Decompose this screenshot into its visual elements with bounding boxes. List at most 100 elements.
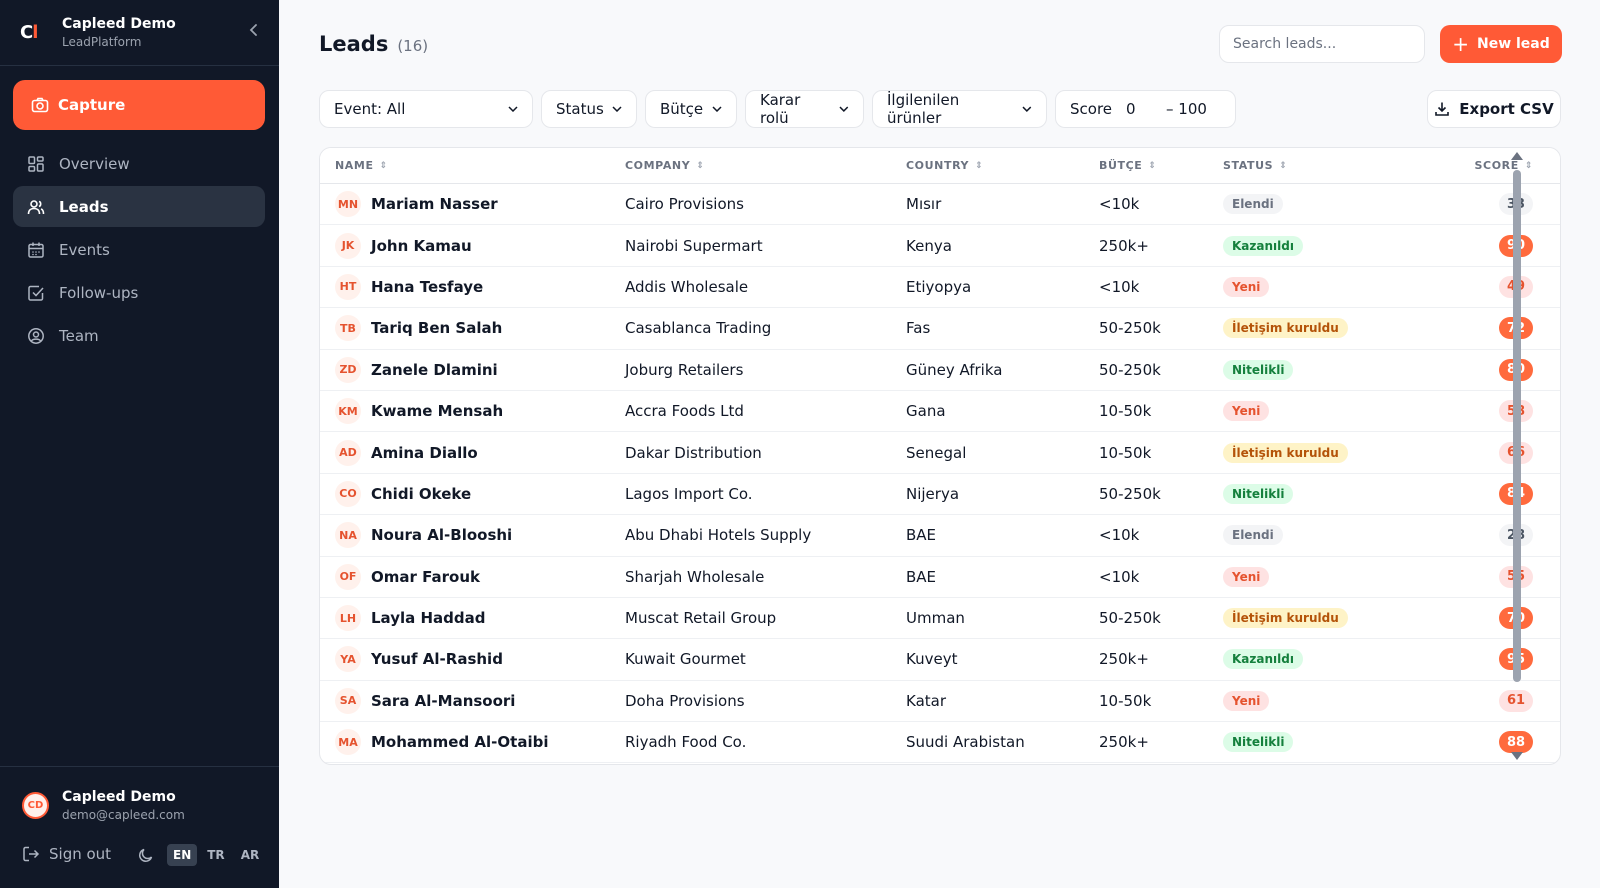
export-csv-label: Export CSV — [1459, 100, 1554, 118]
sidebar-item-follow-ups[interactable]: Follow-ups — [13, 272, 265, 313]
lead-name[interactable]: Sara Al-Mansoori — [371, 692, 515, 710]
table-row[interactable]: OF Omar Farouk Sharjah Wholesale BAE <10k Yen… — [320, 557, 1560, 598]
table-row[interactable]: NA Noura Al-Blooshi Abu Dhabi Hotels Suppl… — [320, 515, 1560, 557]
lead-initials: NA — [335, 522, 361, 549]
lead-name[interactable]: Zanele Dlamini — [371, 361, 498, 379]
language-ar[interactable]: AR — [235, 844, 266, 866]
lead-name[interactable]: Omar Farouk — [371, 568, 480, 586]
sidebar-item-leads[interactable]: Leads — [13, 186, 265, 227]
sign-out-label: Sign out — [49, 845, 112, 863]
lead-budget: <10k — [1099, 567, 1140, 586]
status-badge: Nitelikli — [1223, 483, 1294, 504]
lead-name[interactable]: Chidi Okeke — [371, 485, 471, 503]
scrollbar-thumb[interactable] — [1513, 170, 1521, 682]
main-content: Leads (16) + New lead Event: All Status … — [279, 0, 1600, 888]
table-row[interactable]: MA Mohammed Al-Otaibi Riyadh Food Co. Suudi… — [320, 722, 1560, 764]
user-name: Capleed Demo — [62, 789, 176, 805]
table-row[interactable]: JK John Kamau Nairobi Supermart Kenya 250k+ K… — [320, 225, 1560, 267]
column-header-country[interactable]: COUNTRY ⇕ — [906, 159, 1099, 172]
moon-icon[interactable] — [138, 847, 154, 867]
status-badge: Nitelikli — [1223, 359, 1294, 380]
lead-name[interactable]: Yusuf Al-Rashid — [371, 650, 503, 668]
lead-country: Senegal — [906, 443, 967, 462]
lead-name[interactable]: Kwame Mensah — [371, 402, 503, 420]
sort-icon: ⇕ — [1279, 160, 1288, 171]
score-filter-label: Score — [1070, 100, 1113, 118]
lead-country: Katar — [906, 691, 947, 710]
table-row[interactable]: HT Hana Tesfaye Addis Wholesale Etiyopya <10… — [320, 267, 1560, 309]
event-filter[interactable]: Event: All — [319, 90, 533, 128]
brand-header: Cl Capleed Demo LeadPlatform — [0, 0, 279, 66]
lead-company: Sharjah Wholesale — [625, 567, 765, 586]
products-filter[interactable]: İlgilenilen ürünler — [872, 90, 1047, 128]
status-badge: Elendi — [1223, 525, 1283, 546]
decision-role-filter-label: Karar rolü — [760, 91, 801, 127]
table-scrollbar[interactable] — [1511, 152, 1523, 760]
chevron-down-icon — [839, 106, 849, 112]
export-csv-button[interactable]: Export CSV — [1427, 90, 1561, 128]
lead-budget: 50-250k — [1099, 609, 1161, 628]
score-max-input[interactable]: – 100 — [1166, 100, 1207, 118]
scroll-down-icon[interactable] — [1511, 752, 1523, 760]
status-badge: İletişim kuruldu — [1223, 442, 1348, 463]
table-row[interactable]: LH Layla Haddad Muscat Retail Group Umman 50… — [320, 598, 1560, 640]
lead-name[interactable]: Noura Al-Blooshi — [371, 526, 512, 544]
sidebar-item-events[interactable]: Events — [13, 229, 265, 270]
collapse-sidebar-icon[interactable] — [249, 22, 259, 41]
lead-name[interactable]: Mariam Nasser — [371, 195, 498, 213]
lead-budget: 10-50k — [1099, 443, 1152, 462]
column-header-name[interactable]: NAME ⇕ — [320, 159, 625, 172]
lead-name[interactable]: John Kamau — [371, 237, 472, 255]
decision-role-filter[interactable]: Karar rolü — [745, 90, 864, 128]
lead-status-cell: Nitelikli — [1223, 732, 1423, 753]
lead-initials: SA — [335, 687, 361, 714]
sort-icon: ⇕ — [975, 160, 984, 171]
lead-country: BAE — [906, 567, 937, 586]
lead-initials: JK — [335, 232, 361, 259]
sidebar-item-team[interactable]: Team — [13, 315, 265, 356]
lead-name[interactable]: Mohammed Al-Otaibi — [371, 733, 548, 751]
status-badge: Yeni — [1223, 566, 1270, 587]
lead-name[interactable]: Amina Diallo — [371, 444, 478, 462]
lead-name[interactable]: Tariq Ben Salah — [371, 319, 502, 337]
table-row[interactable]: ZD Zanele Dlamini Joburg Retailers Güney Af… — [320, 350, 1560, 391]
table-row[interactable]: KM Kwame Mensah Accra Foods Ltd Gana 10-50k Y… — [320, 391, 1560, 433]
lead-budget: 50-250k — [1099, 319, 1161, 338]
brand-text: Capleed Demo LeadPlatform — [62, 16, 176, 49]
table-row[interactable]: TB Tariq Ben Salah Casablanca Trading Fas 50… — [320, 308, 1560, 350]
lead-name-cell: CO Chidi Okeke — [320, 480, 625, 507]
lead-status-cell: Kazanıldı — [1223, 235, 1423, 256]
table-row[interactable]: MN Mariam Nasser Cairo Provisions Mısır <10k… — [320, 184, 1560, 226]
lead-budget: 250k+ — [1099, 733, 1149, 752]
leads-table: NAME ⇕ COMPANY ⇕ COUNTRY ⇕ BÜTÇE ⇕ STATUS ⇕ S… — [319, 147, 1561, 765]
lead-company: Lagos Import Co. — [625, 484, 753, 503]
products-filter-label: İlgilenilen ürünler — [887, 91, 960, 127]
sort-icon: ⇕ — [696, 160, 705, 171]
column-header-status[interactable]: STATUS ⇕ — [1223, 159, 1423, 172]
lead-status-cell: Nitelikli — [1223, 359, 1423, 380]
table-row[interactable]: YA Yusuf Al-Rashid Kuwait Gourmet Kuveyt 250… — [320, 639, 1560, 681]
status-filter[interactable]: Status — [541, 90, 637, 128]
sidebar-item-overview[interactable]: Overview — [13, 143, 265, 184]
column-header-budget[interactable]: BÜTÇE ⇕ — [1099, 159, 1223, 172]
lead-country: Suudi Arabistan — [906, 733, 1025, 752]
score-min-input[interactable]: 0 — [1126, 100, 1166, 118]
search-input[interactable] — [1219, 25, 1425, 63]
table-row[interactable]: SA Sara Al-Mansoori Doha Provisions Katar 10… — [320, 681, 1560, 723]
status-filter-label: Status — [556, 100, 604, 118]
user-profile[interactable]: CD Capleed Demo demo@capleed.com — [22, 789, 185, 822]
new-lead-button[interactable]: + New lead — [1440, 25, 1562, 63]
lead-name[interactable]: Layla Haddad — [371, 609, 486, 627]
lead-company: Joburg Retailers — [625, 360, 744, 379]
table-row[interactable]: AD Amina Diallo Dakar Distribution Senegal 1… — [320, 432, 1560, 474]
table-row[interactable]: CO Chidi Okeke Lagos Import Co. Nijerya 50-2… — [320, 474, 1560, 516]
scroll-up-icon[interactable] — [1511, 152, 1523, 160]
column-header-company[interactable]: COMPANY ⇕ — [625, 159, 906, 172]
sign-out-button[interactable]: Sign out — [22, 845, 111, 863]
language-en[interactable]: EN — [167, 844, 198, 866]
language-tr[interactable]: TR — [201, 844, 230, 866]
lead-status-cell: Yeni — [1223, 276, 1423, 297]
budget-filter[interactable]: Bütçe — [645, 90, 737, 128]
lead-name[interactable]: Hana Tesfaye — [371, 278, 483, 296]
capture-button[interactable]: Capture — [13, 80, 265, 130]
